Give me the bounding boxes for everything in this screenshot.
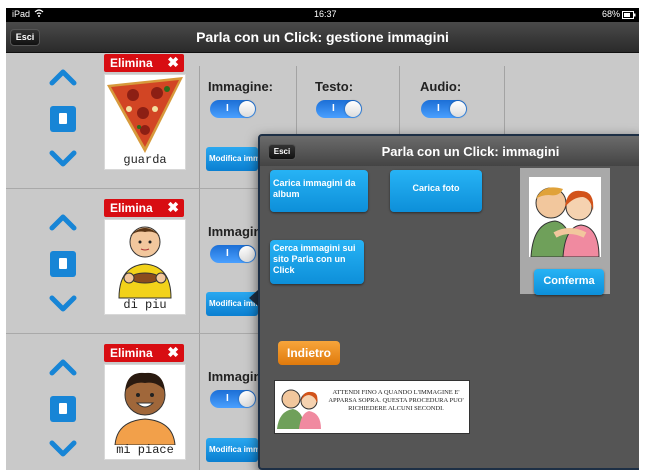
audio-toggle[interactable]: I — [421, 100, 467, 118]
modify-image-button[interactable]: Modifica immagine — [206, 147, 258, 171]
load-from-album-button[interactable]: Carica immagini da album — [270, 170, 368, 212]
clock: 16:37 — [314, 9, 337, 19]
modify-image-button[interactable]: Modifica immagine — [206, 438, 258, 462]
chevron-down-icon[interactable] — [48, 292, 78, 316]
chevron-up-icon[interactable] — [48, 65, 78, 89]
text-column-header: Testo: — [315, 79, 354, 94]
image-toggle[interactable]: I — [210, 100, 256, 118]
document-icon[interactable] — [50, 251, 76, 277]
back-button[interactable]: Indietro — [278, 341, 340, 365]
hugging-kids-image — [529, 177, 601, 257]
delete-button[interactable]: Elimina ✖ — [104, 199, 184, 217]
navigation-bar: Esci Parla con un Click: gestione immagi… — [6, 22, 639, 53]
word-label: mi piace — [116, 443, 174, 457]
smiling-boy-image — [105, 365, 185, 445]
ipad-screen: iPad 16:37 68% Esci Parla con un Click: … — [6, 8, 639, 470]
picture-card: mi piace — [104, 364, 186, 460]
word-label: di piu — [123, 298, 167, 312]
close-x-icon: ✖ — [167, 54, 179, 70]
device-label: iPad — [12, 9, 31, 19]
notice-thumbnail — [277, 383, 323, 429]
search-site-images-button[interactable]: Cerca immagini sui sito Parla con un Cli… — [270, 240, 364, 284]
text-toggle[interactable]: I — [316, 100, 362, 118]
close-x-icon: ✖ — [167, 344, 179, 360]
wait-notice: ATTENDI FINO A QUANDO L'IMMAGINE E' APPA… — [274, 380, 470, 434]
confirm-button[interactable]: Conferma — [534, 269, 604, 295]
battery-percent: 68% — [602, 9, 621, 19]
dialog-title: Parla con un Click: immagini — [381, 144, 560, 159]
chevron-up-icon[interactable] — [48, 210, 78, 234]
chevron-down-icon[interactable] — [48, 147, 78, 171]
document-icon[interactable] — [50, 396, 76, 422]
image-column-header: Immagine: — [208, 79, 274, 94]
status-bar: iPad 16:37 68% — [6, 8, 639, 22]
delete-button[interactable]: Elimina ✖ — [104, 344, 184, 362]
pizza-image — [105, 75, 185, 155]
dialog-header: Esci Parla con un Click: immagini — [260, 136, 639, 166]
wait-notice-text: ATTENDI FINO A QUANDO L'IMMAGINE E' APPA… — [328, 389, 464, 412]
chevron-up-icon[interactable] — [48, 355, 78, 379]
picture-card: guarda — [104, 74, 186, 170]
document-icon[interactable] — [50, 106, 76, 132]
load-photo-button[interactable]: Carica foto — [390, 170, 482, 212]
image-toggle[interactable]: I — [210, 390, 256, 408]
close-x-icon: ✖ — [167, 199, 179, 215]
dialog-exit-button[interactable]: Esci — [268, 144, 296, 160]
picture-card: di piu — [104, 219, 186, 315]
child-eating-image — [105, 220, 185, 300]
battery-icon — [622, 11, 636, 21]
image-dialog: Esci Parla con un Click: immagini Carica… — [258, 134, 639, 470]
chevron-down-icon[interactable] — [48, 437, 78, 461]
audio-column-header: Audio: — [420, 79, 462, 94]
image-toggle[interactable]: I — [210, 245, 256, 263]
page-title: Parla con un Click: gestione immagini — [196, 29, 449, 45]
popover-arrow — [249, 290, 258, 306]
delete-button[interactable]: Elimina ✖ — [104, 54, 184, 72]
wifi-icon — [34, 8, 44, 20]
word-label: guarda — [123, 153, 167, 167]
